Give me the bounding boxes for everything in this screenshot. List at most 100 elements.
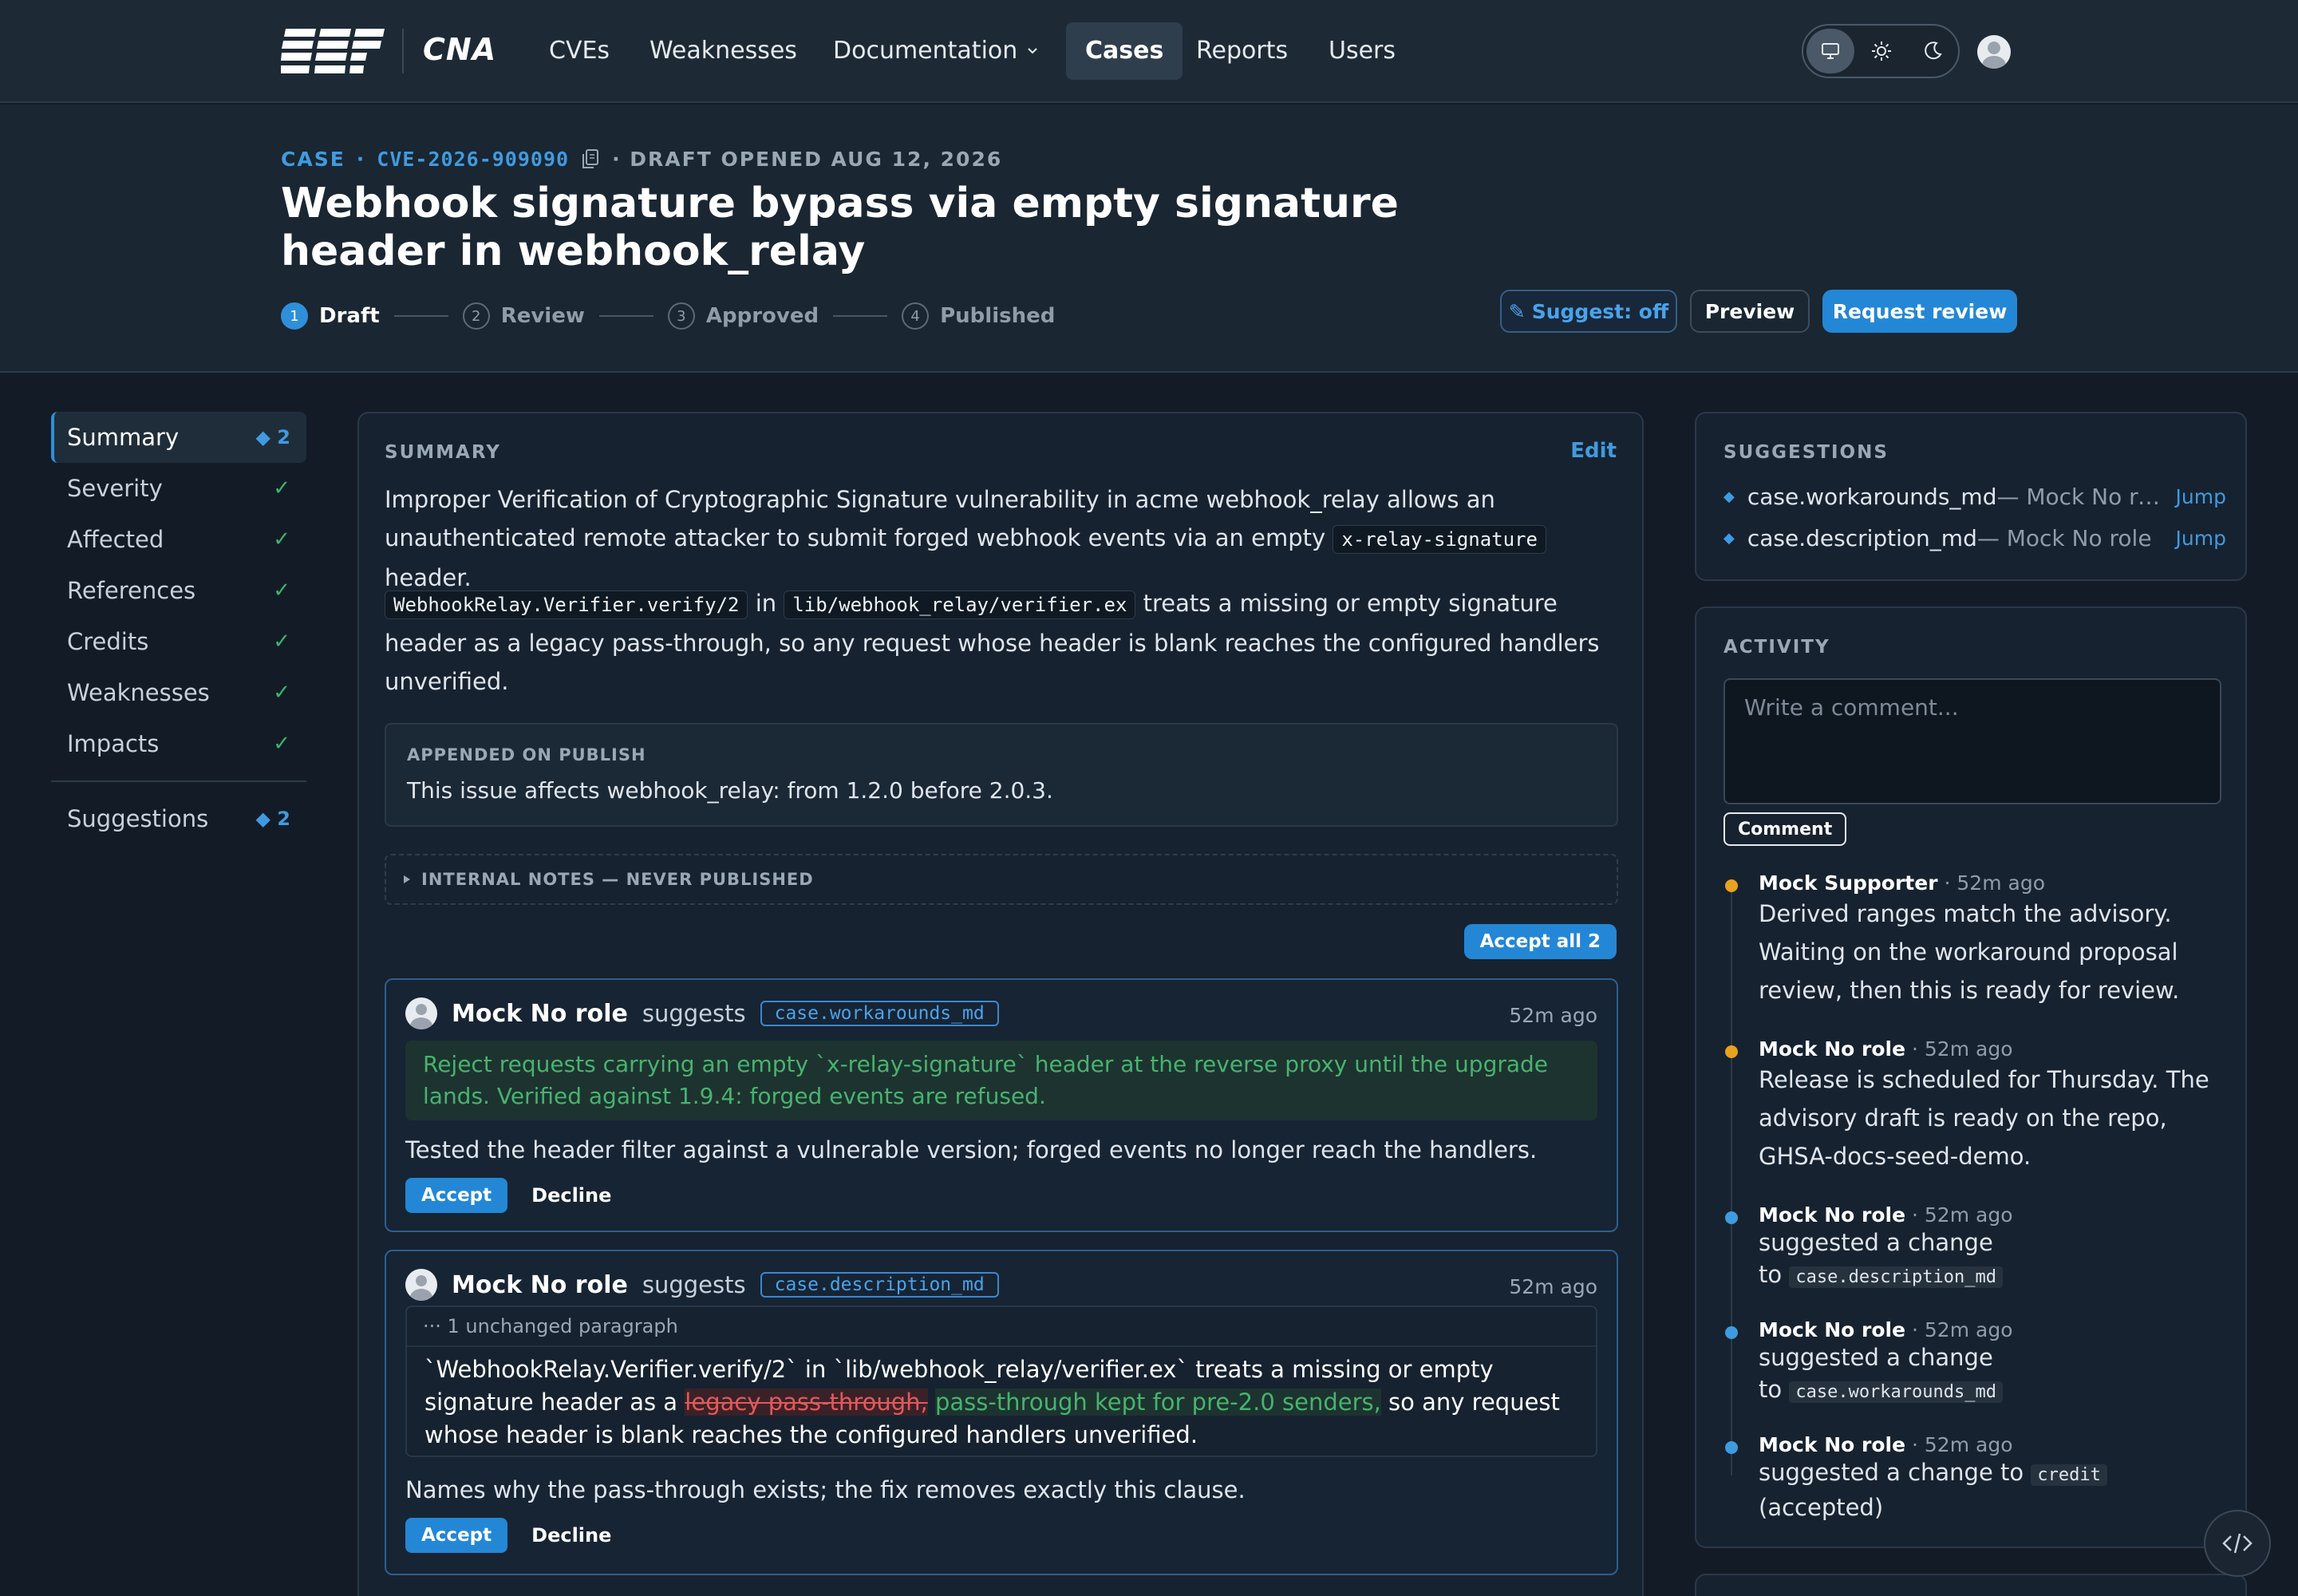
step-label: Approved [705,304,819,328]
sidebar-item-references[interactable]: References ✓ [51,565,306,616]
accept-button[interactable]: Accept [405,1178,508,1213]
sidebar-item-affected[interactable]: Affected ✓ [51,514,306,565]
suggestion-header: Mock No role suggests case.description_m… [405,1269,999,1301]
suggestion-field: case.workarounds_md [760,1001,999,1026]
cve-id[interactable]: CVE-2026-909090 [377,148,569,171]
internal-notes-toggle[interactable]: INTERNAL NOTES — NEVER PUBLISHED [385,854,1618,905]
header-name-code: x-relay-signature [1333,525,1546,554]
unchanged-paragraph-toggle[interactable]: ··· 1 unchanged paragraph [407,1307,1596,1347]
comment-input[interactable]: Write a comment... [1724,678,2221,804]
sidebar-item-suggestions[interactable]: Suggestions ◆ 2 [51,793,306,844]
check-icon: ✓ [273,630,290,654]
diamond-icon: ◆ [1724,488,1735,505]
step-published: 4 Published [902,302,1055,330]
monitor-icon [1822,43,1839,59]
eff-logo[interactable] [281,29,385,73]
sidebar-item-credits[interactable]: Credits ✓ [51,616,306,667]
activity-entry: Mock No role · 52m ago suggested a chang… [1724,1203,2226,1299]
suggestion-count-badge: ◆ 2 [255,426,290,448]
activity-text-part: to [1759,1261,1790,1288]
suggest-toggle-button[interactable]: ✎ Suggest: off [1500,290,1677,333]
theme-dark-button[interactable] [1909,29,1956,73]
code-icon [2222,1533,2253,1554]
theme-light-button[interactable] [1858,29,1905,73]
request-review-button[interactable]: Request review [1822,290,2017,333]
moon-icon [1925,41,1942,60]
nav-users[interactable]: Users [1309,22,1415,80]
proposed-text: Reject requests carrying an empty `x-rel… [405,1041,1597,1120]
summary-label: SUMMARY [385,442,501,463]
edit-summary-link[interactable]: Edit [1570,439,1617,463]
suggestion-field-name: case.description_md [1747,524,1977,551]
sidebar-item-weaknesses[interactable]: Weaknesses ✓ [51,667,306,718]
crumb-separator: · [356,148,366,171]
activity-time: · 52m ago [1905,1318,2013,1341]
activity-text: suggested a change [1759,1344,1993,1371]
activity-panel: ACTIVITY Write a comment... Comment Mock… [1695,606,2247,1548]
summary-text: Improper Verification of Cryptographic S… [385,486,1495,551]
activity-meta: Mock No role · 52m ago [1759,1203,2237,1227]
activity-dot [1725,879,1738,892]
decline-button[interactable]: Decline [531,1184,611,1207]
theme-toggle [1802,24,1960,78]
activity-text: Derived ranges match the advisory. Waiti… [1759,900,2180,1004]
crumb-case[interactable]: CASE [281,148,345,171]
suggestion-author: Mock No role [452,1270,628,1299]
jump-link[interactable]: Jump [2176,527,2226,550]
nav-weaknesses[interactable]: Weaknesses [630,22,816,80]
avatar [405,1269,437,1301]
diff-view: ··· 1 unchanged paragraph `WebhookRelay.… [405,1306,1597,1457]
accept-button[interactable]: Accept [405,1518,508,1553]
summary-text: in [748,590,784,617]
sidebar-item-label: Weaknesses [67,679,210,706]
step-connector [833,315,888,317]
copy-icon[interactable] [580,148,601,171]
jump-link[interactable]: Jump [2176,485,2226,508]
activity-dot [1725,1045,1738,1058]
accept-all-button[interactable]: Accept all 2 [1463,924,1617,959]
step-number: 1 [281,302,308,330]
user-avatar[interactable] [1977,35,2011,69]
check-icon: ✓ [273,527,290,551]
check-icon: ✓ [273,579,290,602]
brand-name[interactable]: CNA [423,32,496,67]
diff-paragraph: `WebhookRelay.Verifier.verify/2` in `lib… [407,1347,1596,1458]
sidebar-item-severity[interactable]: Severity ✓ [51,463,306,514]
step-draft: 1 Draft [281,302,380,330]
sidebar-item-label: Affected [67,526,164,553]
suggestion-count-badge: ◆ 2 [255,808,290,830]
comment-button[interactable]: Comment [1724,812,1847,846]
activity-text: to case.description_md [1759,1258,2237,1294]
appended-text: This issue affects webhook_relay: from 1… [407,777,1053,804]
sun-icon [1872,41,1891,61]
diamond-icon: ◆ [1724,529,1735,547]
nav-cases[interactable]: Cases [1066,22,1183,80]
nav-reports[interactable]: Reports [1177,22,1307,80]
avatar-icon [1982,41,2006,69]
nav-documentation[interactable]: Documentation [814,22,1057,80]
sidebar-item-impacts[interactable]: Impacts ✓ [51,718,306,769]
theme-system-button[interactable] [1806,29,1854,73]
case-header: CASE · CVE-2026-909090 · DRAFT OPENED AU… [0,105,2298,373]
activity-time: · 52m ago [1905,1203,2013,1227]
step-connector [393,315,448,317]
check-icon: ✓ [273,681,290,705]
sidebar-item-label: Suggestions [67,805,209,832]
avatar-icon [410,1004,432,1029]
dev-tools-button[interactable] [2204,1510,2271,1577]
activity-meta: Mock No role · 52m ago [1759,1433,2237,1456]
sidebar-item-summary[interactable]: Summary ◆ 2 [51,412,306,463]
nav-cves[interactable]: CVEs [530,22,629,80]
diff-deletion: legacy pass-through, [685,1389,928,1416]
suggestion-list-item: ◆ case.description_md — Mock No role Jum… [1724,522,2226,554]
suggestion-card-workarounds: Mock No role suggests case.workarounds_m… [385,978,1618,1232]
suggestion-field-name: case.workarounds_md [1747,483,1997,510]
sidebar-item-label: Credits [67,628,149,655]
next-panel [1695,1574,2247,1596]
preview-button[interactable]: Preview [1690,290,1810,333]
activity-author: Mock Supporter [1759,871,1938,895]
activity-meta: Mock No role · 52m ago [1759,1318,2237,1341]
activity-author: Mock No role [1759,1433,1906,1456]
caret-right-icon [404,875,410,883]
decline-button[interactable]: Decline [531,1524,611,1547]
